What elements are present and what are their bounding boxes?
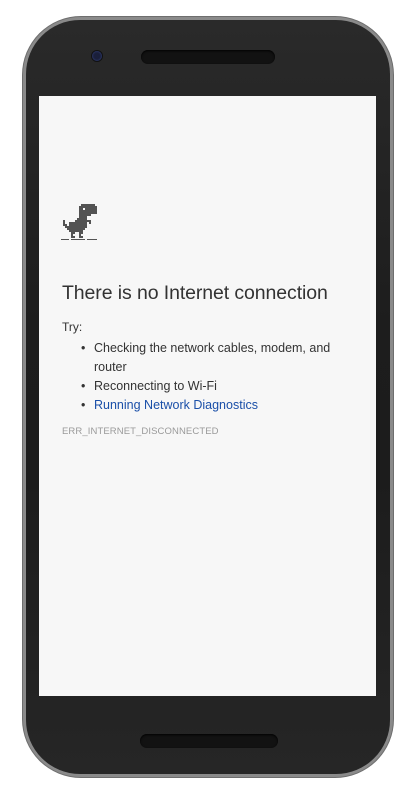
earpiece-speaker — [141, 50, 275, 64]
bullet: • — [81, 398, 86, 412]
suggestion-item-network-diagnostics: • Running Network Diagnostics — [62, 396, 352, 415]
page-title: There is no Internet connection — [62, 282, 328, 304]
bullet: • — [81, 379, 86, 393]
bottom-speaker — [140, 734, 278, 748]
bullet: • — [81, 341, 86, 355]
suggestion-text: Reconnecting to Wi-Fi — [94, 379, 217, 393]
network-diagnostics-link[interactable]: Running Network Diagnostics — [94, 398, 258, 412]
suggestion-text: Checking the network cables, modem, and … — [94, 341, 331, 374]
suggestion-item-check-cables: • Checking the network cables, modem, an… — [62, 339, 352, 377]
browser-screen: There is no Internet connection Try: • C… — [39, 96, 376, 696]
try-label: Try: — [62, 320, 83, 334]
suggestion-list: • Checking the network cables, modem, an… — [62, 339, 352, 415]
error-code: ERR_INTERNET_DISCONNECTED — [62, 426, 219, 437]
suggestion-item-reconnect-wifi: • Reconnecting to Wi-Fi — [62, 377, 352, 396]
offline-dinosaur-icon — [61, 204, 97, 240]
front-camera — [92, 51, 102, 61]
